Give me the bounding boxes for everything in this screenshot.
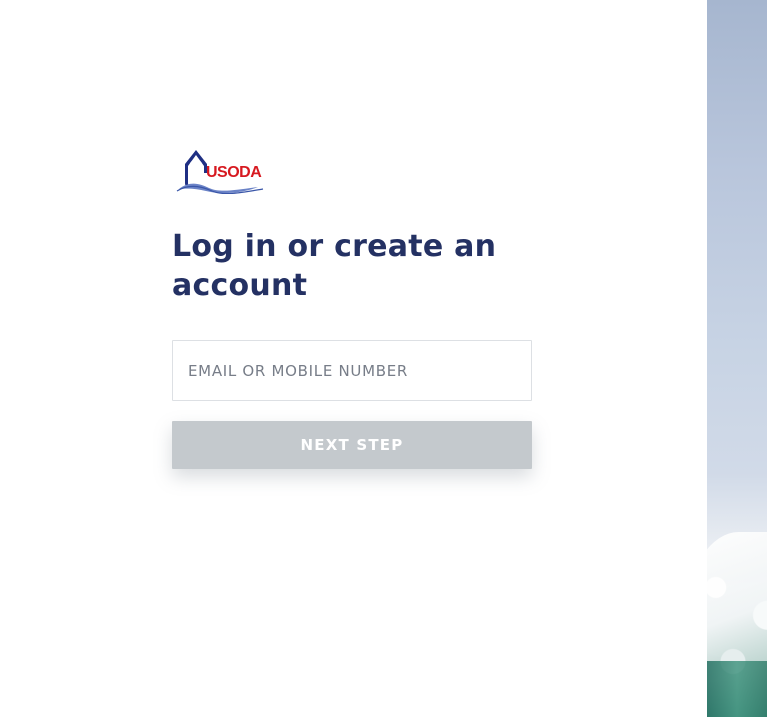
- usoda-logo-icon: USODA: [176, 150, 264, 194]
- next-step-button[interactable]: NEXT STEP: [172, 421, 532, 469]
- ocean-wave-image: [707, 0, 767, 717]
- email-or-mobile-input[interactable]: [172, 340, 532, 401]
- login-page: USODA Log in or create an account NEXT S…: [0, 0, 767, 717]
- usoda-logo: USODA: [175, 146, 265, 194]
- login-panel: USODA Log in or create an account NEXT S…: [172, 146, 532, 469]
- page-title: Log in or create an account: [172, 229, 497, 303]
- logo-wordmark: USODA: [206, 164, 262, 181]
